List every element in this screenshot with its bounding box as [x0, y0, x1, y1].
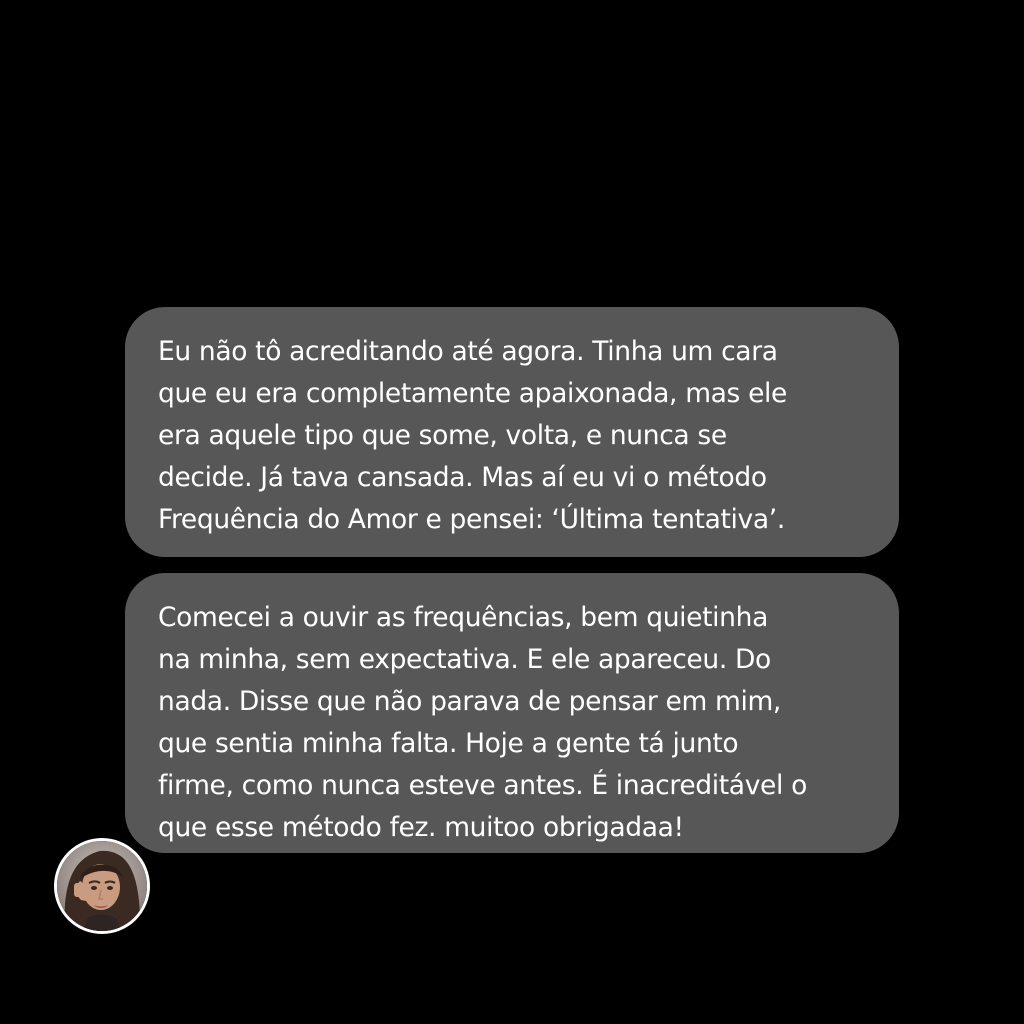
chat-conversation: Eu não tô acreditando até agora. Tinha u…	[0, 0, 1024, 1024]
message-bubble-1: Eu não tô acreditando até agora. Tinha u…	[125, 307, 899, 557]
message-bubble-2: Comecei a ouvir as frequências, bem quie…	[125, 573, 899, 853]
avatar	[54, 838, 150, 934]
